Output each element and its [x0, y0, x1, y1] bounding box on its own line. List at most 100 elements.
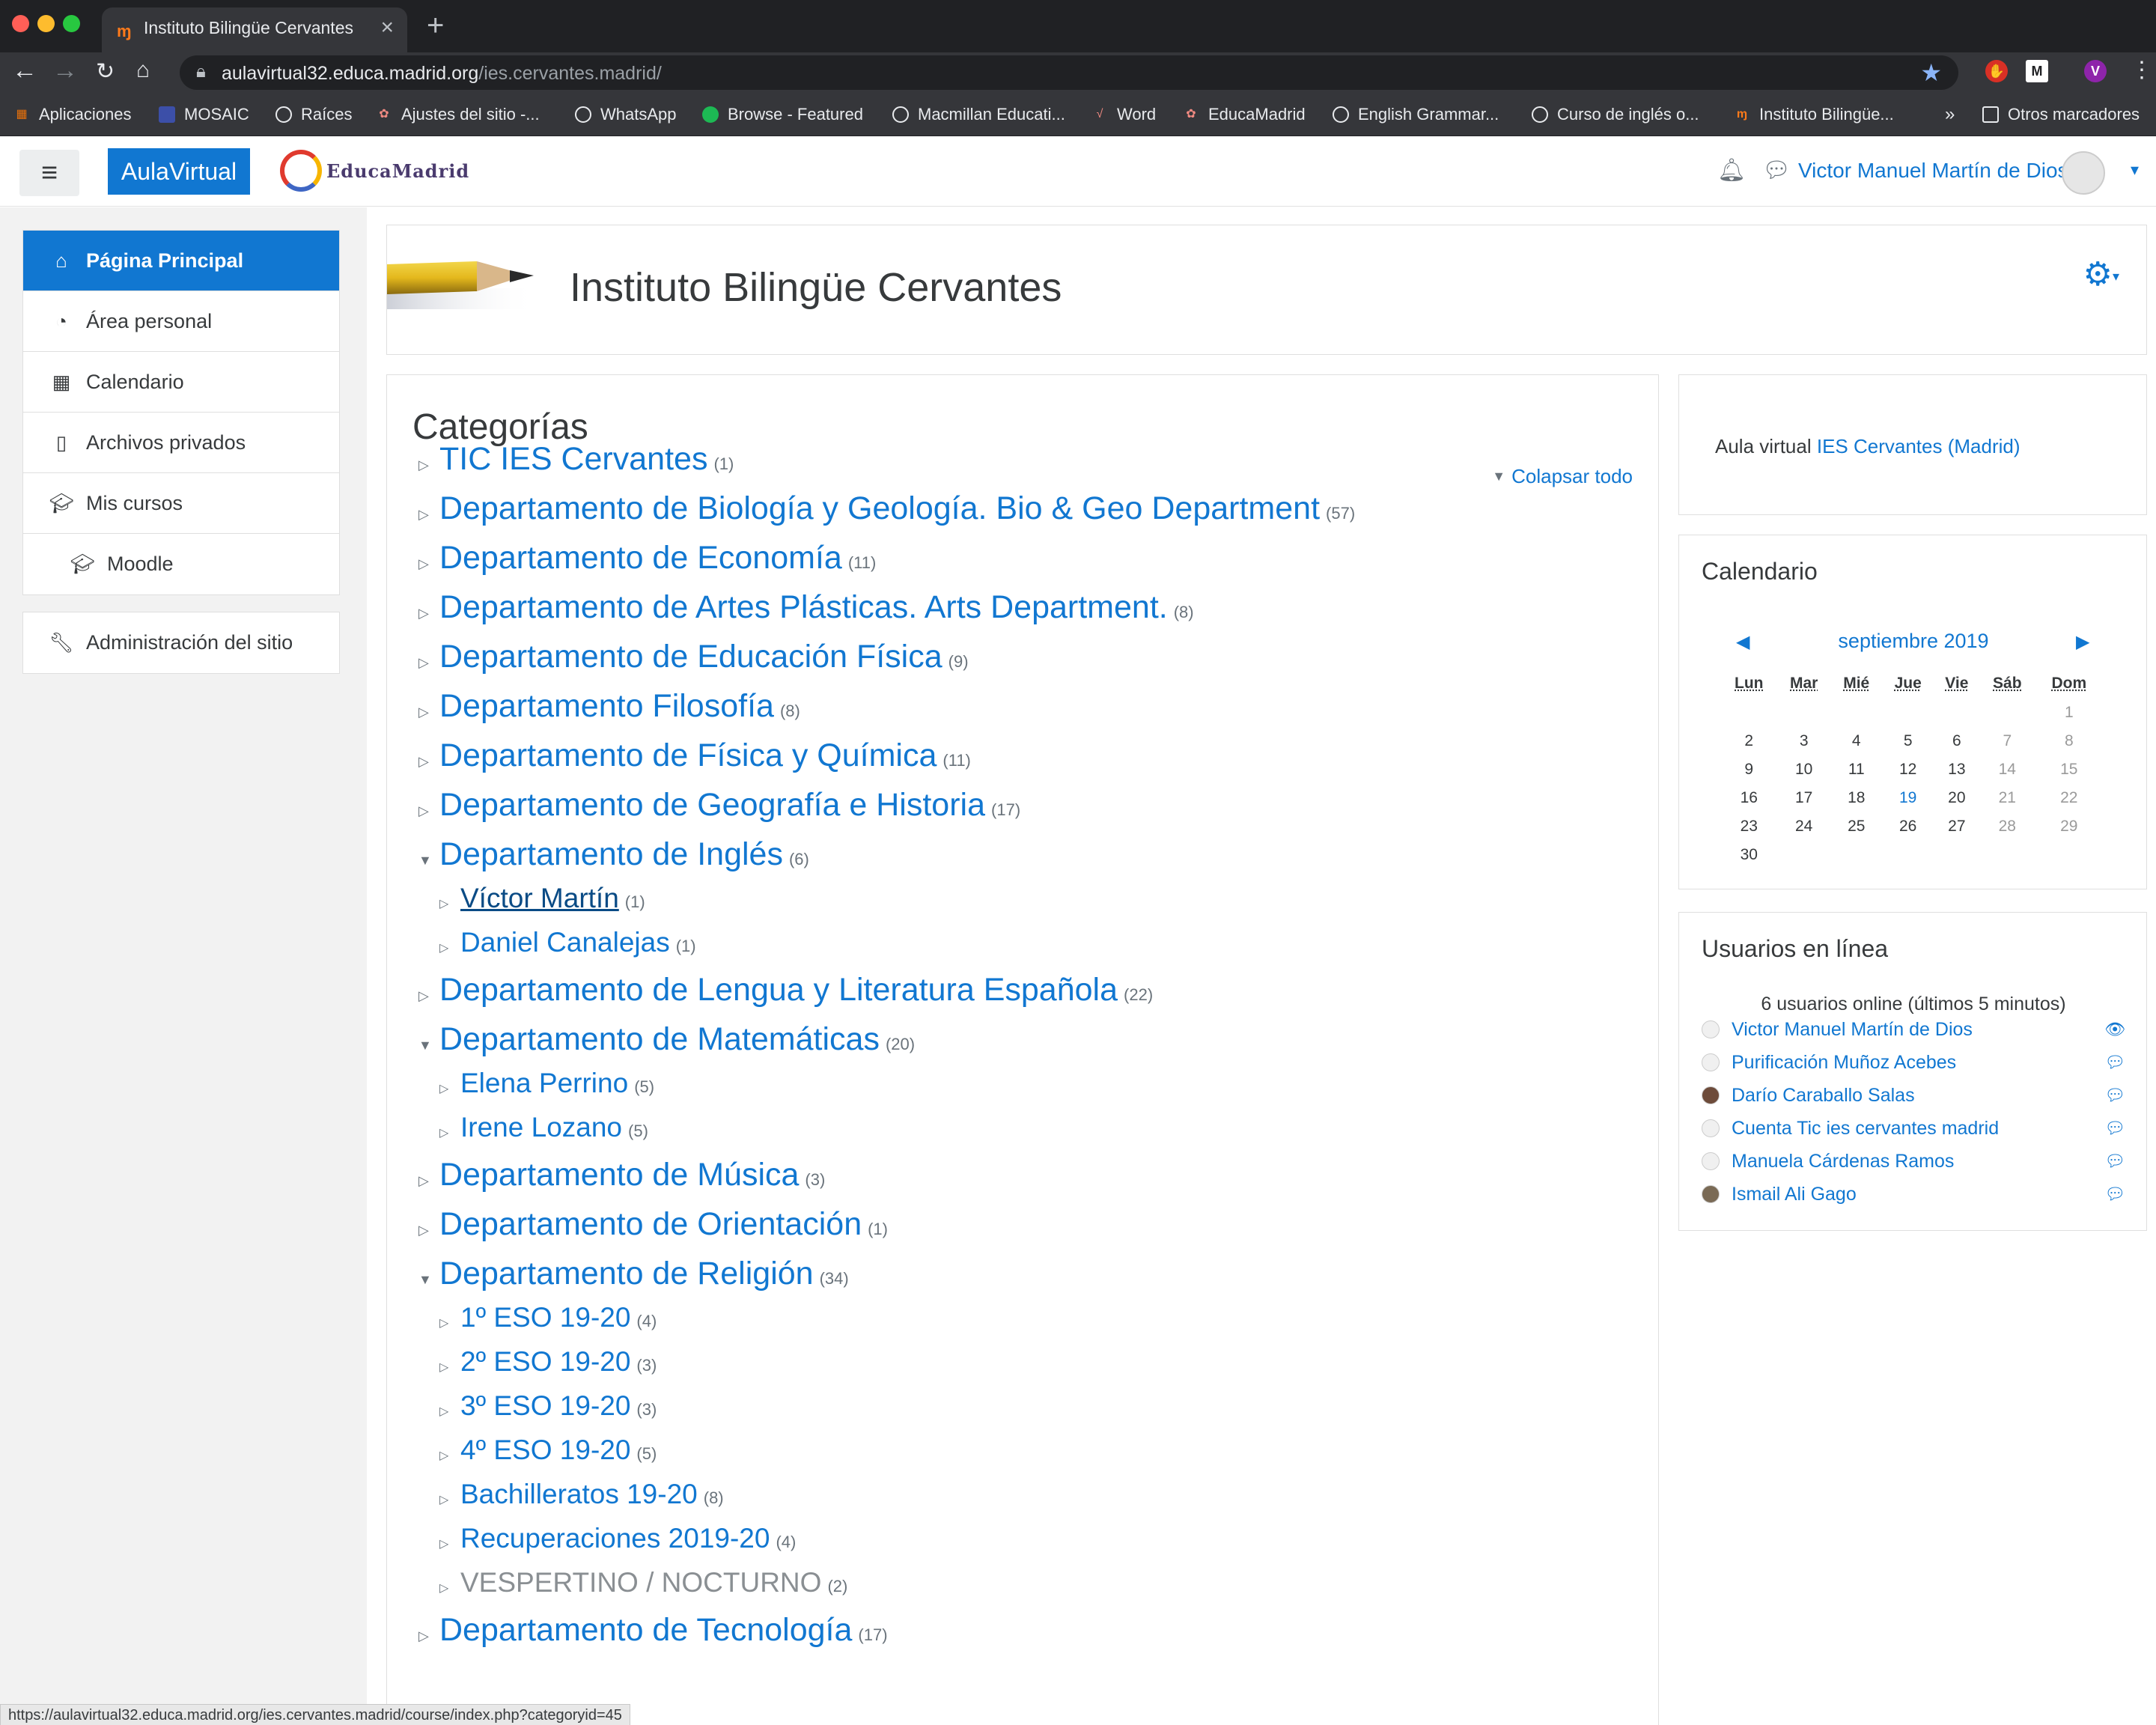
nav-item-area-personal[interactable]: ◔ Área personal — [23, 291, 339, 352]
bookmark-item[interactable]: English Grammar... — [1333, 102, 1499, 127]
maximize-window-button[interactable] — [63, 15, 80, 32]
bookmark-item[interactable]: Curso de inglés o... — [1532, 102, 1699, 127]
subcategory-row[interactable]: ▷ Recuperaciones 2019-20 (4) — [439, 1523, 796, 1554]
subcategory-row[interactable]: ▷ Elena Perrino (5) — [439, 1068, 654, 1099]
calendar-today[interactable]: 19 — [1882, 784, 1934, 812]
category-row[interactable]: ▷ Departamento de Educación Física (9) — [418, 639, 969, 675]
site-brand-link[interactable]: AulaVirtual — [108, 148, 250, 195]
expand-caret-icon[interactable]: ▷ — [439, 1492, 460, 1507]
category-row[interactable]: ▼ Departamento de Religión (34) — [418, 1256, 849, 1292]
expand-caret-icon[interactable]: ▷ — [418, 803, 439, 819]
category-row[interactable]: ▷ Departamento de Artes Plásticas. Arts D… — [418, 589, 1194, 626]
expand-caret-icon[interactable]: ▷ — [418, 754, 439, 770]
expand-caret-icon[interactable]: ▷ — [439, 1315, 460, 1330]
bookmark-item[interactable]: ✿ Ajustes del sitio -... — [376, 102, 539, 127]
category-row[interactable]: ▷ Departamento de Economía (11) — [418, 540, 876, 576]
subcategory-row[interactable]: ▷ 3º ESO 19-20 (3) — [439, 1390, 657, 1422]
subcategory-row[interactable]: ▷ Daniel Canalejas (1) — [439, 927, 696, 958]
bookmark-apps[interactable]: ▦ Aplicaciones — [13, 102, 131, 127]
category-row[interactable]: ▷ Departamento de Geografía e Historia (17… — [418, 787, 1020, 824]
bookmark-item[interactable]: √ Word — [1091, 102, 1157, 127]
nav-item-calendario[interactable]: ▦ Calendario — [23, 352, 339, 413]
category-row[interactable]: ▷ TIC IES Cervantes (1) — [418, 441, 734, 478]
expand-caret-icon[interactable]: ▷ — [418, 606, 439, 621]
forward-arrow-icon[interactable]: → — [52, 56, 78, 85]
expand-caret-icon[interactable]: ▷ — [418, 1173, 439, 1189]
more-bookmarks-button[interactable]: » — [1945, 102, 1955, 127]
category-row[interactable]: ▷ Departamento de Música (3) — [418, 1157, 825, 1193]
bookmark-item[interactable]: Macmillan Educati... — [892, 102, 1065, 127]
category-row[interactable]: ▷ Departamento de Lengua y Literatura Esp… — [418, 972, 1153, 1008]
subcategory-row[interactable]: ▷ Irene Lozano (5) — [439, 1112, 648, 1143]
expand-caret-icon[interactable]: ▷ — [418, 507, 439, 523]
collapse-caret-icon[interactable]: ▼ — [418, 1038, 439, 1053]
subcategory-row[interactable]: ▷ Víctor Martín (1) — [439, 883, 645, 914]
expand-caret-icon[interactable]: ▷ — [418, 988, 439, 1004]
eye-icon[interactable]: 👁︎ — [2104, 1020, 2125, 1039]
nav-item-administracion-sitio[interactable]: 🔧︎ Administración del sitio — [23, 612, 339, 673]
nav-item-pagina-principal[interactable]: ⌂ Página Principal — [23, 231, 339, 291]
expand-caret-icon[interactable]: ▷ — [439, 1581, 460, 1595]
close-tab-icon[interactable]: × — [380, 15, 394, 40]
nav-item-moodle[interactable]: 🎓︎ Moodle — [23, 534, 339, 594]
bookmark-item[interactable]: MOSAIC — [159, 102, 249, 127]
expand-caret-icon[interactable]: ▷ — [439, 1125, 460, 1140]
extension-icon[interactable]: M — [2026, 60, 2048, 82]
category-row[interactable]: ▷ Departamento de Tecnología (17) — [418, 1612, 888, 1649]
collapse-caret-icon[interactable]: ▼ — [418, 853, 439, 868]
message-icon[interactable]: 💬︎ — [2104, 1086, 2125, 1105]
expand-caret-icon[interactable]: ▷ — [418, 457, 439, 473]
bookmark-item[interactable]: ✿ EducaMadrid — [1183, 102, 1305, 127]
expand-caret-icon[interactable]: ▷ — [418, 556, 439, 572]
subcategory-row[interactable]: ▷ Bachilleratos 19-20 (8) — [439, 1479, 724, 1510]
educamadrid-logo[interactable]: EducaMadrid — [280, 150, 469, 192]
profile-avatar[interactable]: V — [2084, 60, 2107, 82]
messages-icon[interactable]: 💬︎ — [1762, 157, 1791, 183]
close-window-button[interactable] — [12, 15, 29, 32]
bookmark-star-icon[interactable]: ★ — [1920, 58, 1942, 87]
subcategory-row[interactable]: ▷ 4º ESO 19-20 (5) — [439, 1435, 657, 1466]
expand-caret-icon[interactable]: ▷ — [418, 1223, 439, 1238]
notifications-bell-icon[interactable]: 🔔︎ — [1717, 157, 1746, 183]
user-menu-name[interactable]: Victor Manuel Martín de Dios — [1798, 159, 2068, 183]
message-icon[interactable]: 💬︎ — [2104, 1151, 2125, 1171]
home-icon[interactable]: ⌂ — [136, 58, 150, 83]
new-tab-button[interactable]: + — [427, 9, 444, 43]
message-icon[interactable]: 💬︎ — [2104, 1119, 2125, 1138]
subcategory-row[interactable]: ▷ 1º ESO 19-20 (4) — [439, 1302, 657, 1333]
browser-tab[interactable]: ɱ Instituto Bilingüe Cervantes × — [102, 7, 407, 52]
nav-item-archivos-privados[interactable]: ▯ Archivos privados — [23, 413, 339, 473]
expand-caret-icon[interactable]: ▷ — [418, 705, 439, 720]
category-row[interactable]: ▷ Departamento Filosofía (8) — [418, 688, 800, 725]
expand-caret-icon[interactable]: ▷ — [439, 940, 460, 955]
expand-caret-icon[interactable]: ▷ — [439, 896, 460, 911]
settings-gear-icon[interactable]: ⚙▾ — [2083, 255, 2120, 293]
expand-caret-icon[interactable]: ▷ — [439, 1081, 460, 1096]
message-icon[interactable]: 💬︎ — [2104, 1053, 2125, 1072]
bookmark-item[interactable]: Browse - Featured — [702, 102, 863, 127]
url-text[interactable]: aulavirtual32.educa.madrid.org/ies.cerva… — [222, 63, 662, 85]
expand-caret-icon[interactable]: ▷ — [439, 1404, 460, 1419]
subcategory-row[interactable]: ▷ VESPERTINO / NOCTURNO (2) — [439, 1567, 847, 1598]
nav-item-mis-cursos[interactable]: 🎓︎ Mis cursos — [23, 473, 339, 534]
next-month-icon[interactable]: ▶ — [2076, 631, 2089, 653]
collapse-caret-icon[interactable]: ▼ — [418, 1272, 439, 1288]
extension-icon[interactable]: ✋ — [1985, 60, 2008, 82]
category-row[interactable]: ▼ Departamento de Matemáticas (20) — [418, 1021, 915, 1058]
user-menu-caret-icon[interactable]: ▾ — [2131, 160, 2139, 180]
expand-caret-icon[interactable]: ▷ — [418, 655, 439, 671]
bookmark-item[interactable]: ɱ Instituto Bilingüe... — [1734, 102, 1894, 127]
expand-caret-icon[interactable]: ▷ — [418, 1628, 439, 1644]
category-row[interactable]: ▷ Departamento de Biología y Geología. Bi… — [418, 490, 1355, 527]
category-row[interactable]: ▼ Departamento de Inglés (6) — [418, 836, 809, 873]
expand-caret-icon[interactable]: ▷ — [439, 1360, 460, 1375]
expand-caret-icon[interactable]: ▷ — [439, 1448, 460, 1463]
other-bookmarks-folder[interactable]: Otros marcadores — [1982, 102, 2140, 127]
back-arrow-icon[interactable]: ← — [12, 56, 37, 85]
reload-icon[interactable]: ↻ — [96, 58, 115, 85]
minimize-window-button[interactable] — [37, 15, 55, 32]
category-row[interactable]: ▷ Departamento de Orientación (1) — [418, 1206, 888, 1243]
bookmark-item[interactable]: WhatsApp — [575, 102, 677, 127]
address-bar[interactable]: 🔒︎ aulavirtual32.educa.madrid.org/ies.ce… — [180, 55, 1958, 90]
user-avatar[interactable] — [2062, 151, 2105, 195]
